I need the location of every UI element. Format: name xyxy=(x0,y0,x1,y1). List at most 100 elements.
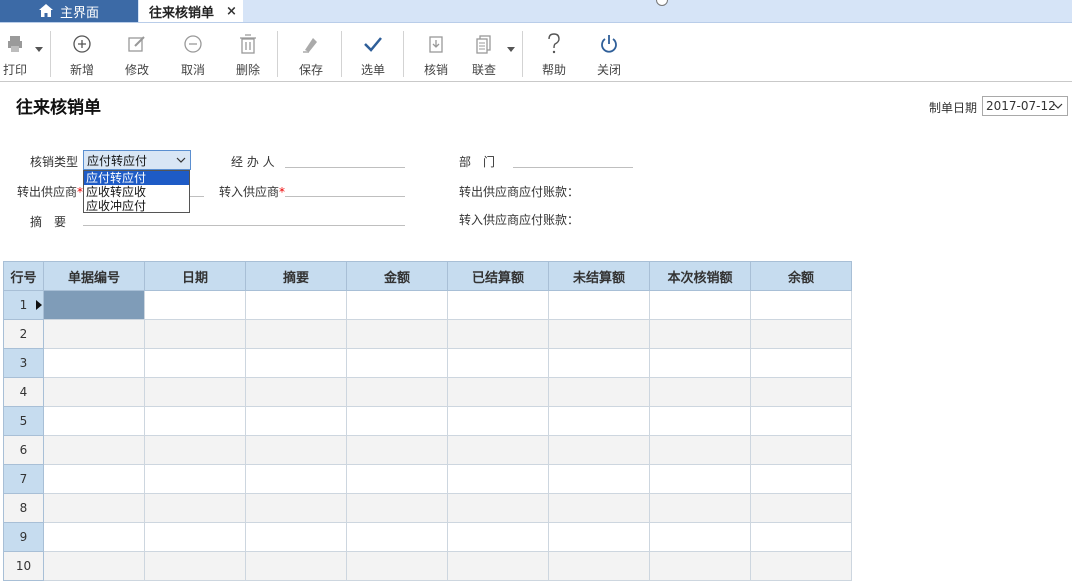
col-header-summary[interactable]: 摘要 xyxy=(245,261,347,291)
table-cell[interactable] xyxy=(144,464,246,494)
table-cell[interactable] xyxy=(346,377,448,407)
help-button[interactable]: 帮助 xyxy=(538,23,570,81)
tab-home[interactable]: 主界面 xyxy=(0,0,138,22)
table-cell[interactable] xyxy=(649,464,751,494)
table-cell[interactable] xyxy=(43,522,145,552)
table-cell[interactable] xyxy=(346,348,448,378)
table-cell[interactable] xyxy=(548,406,650,436)
out-supplier-input[interactable] xyxy=(190,196,204,197)
table-cell[interactable] xyxy=(144,522,246,552)
table-cell[interactable] xyxy=(750,348,852,378)
date-picker[interactable]: 2017-07-12 xyxy=(982,96,1068,116)
table-cell[interactable] xyxy=(245,522,347,552)
table-cell[interactable] xyxy=(346,290,448,320)
edit-button[interactable]: 修改 xyxy=(121,23,153,81)
table-cell[interactable] xyxy=(649,435,751,465)
table-cell[interactable] xyxy=(750,377,852,407)
table-row[interactable]: 9 xyxy=(3,522,852,552)
table-row[interactable]: 6 xyxy=(3,435,852,465)
table-cell[interactable] xyxy=(447,551,549,581)
type-select[interactable]: 应付转应付 xyxy=(83,150,191,170)
table-cell[interactable] xyxy=(447,377,549,407)
col-header-doc-no[interactable]: 单据编号 xyxy=(43,261,145,291)
table-cell[interactable] xyxy=(43,319,145,349)
table-cell[interactable] xyxy=(548,377,650,407)
table-cell[interactable] xyxy=(548,464,650,494)
table-cell[interactable] xyxy=(144,377,246,407)
table-cell[interactable] xyxy=(649,348,751,378)
table-cell[interactable] xyxy=(346,551,448,581)
table-cell[interactable] xyxy=(649,406,751,436)
table-cell[interactable] xyxy=(245,551,347,581)
table-cell[interactable] xyxy=(750,464,852,494)
select-doc-button[interactable]: 选单 xyxy=(357,23,389,81)
table-cell[interactable] xyxy=(144,348,246,378)
table-cell[interactable] xyxy=(245,319,347,349)
table-cell[interactable] xyxy=(346,319,448,349)
type-option[interactable]: 应付转应付 xyxy=(84,171,189,185)
col-header-current-verify[interactable]: 本次核销额 xyxy=(649,261,751,291)
table-row[interactable]: 3 xyxy=(3,348,852,378)
table-cell[interactable] xyxy=(750,319,852,349)
handler-input[interactable] xyxy=(285,167,405,168)
table-cell[interactable] xyxy=(447,319,549,349)
query-button[interactable]: 联查 xyxy=(468,23,500,81)
table-cell[interactable] xyxy=(548,435,650,465)
table-cell[interactable] xyxy=(447,522,549,552)
table-row[interactable]: 4 xyxy=(3,377,852,407)
table-cell[interactable] xyxy=(346,464,448,494)
table-cell[interactable] xyxy=(649,493,751,523)
table-cell[interactable] xyxy=(649,551,751,581)
summary-input[interactable] xyxy=(83,225,405,226)
table-row[interactable]: 2 xyxy=(3,319,852,349)
col-header-settled[interactable]: 已结算额 xyxy=(447,261,549,291)
print-button[interactable]: 打印 xyxy=(0,23,30,81)
table-cell[interactable] xyxy=(346,522,448,552)
table-cell[interactable] xyxy=(447,464,549,494)
table-cell[interactable] xyxy=(548,319,650,349)
table-cell[interactable] xyxy=(144,290,246,320)
table-cell[interactable] xyxy=(548,551,650,581)
table-cell[interactable] xyxy=(447,406,549,436)
table-cell[interactable] xyxy=(43,377,145,407)
table-cell[interactable] xyxy=(245,464,347,494)
table-row[interactable]: 10 xyxy=(3,551,852,581)
table-cell[interactable] xyxy=(245,290,347,320)
table-cell[interactable] xyxy=(447,348,549,378)
table-cell[interactable] xyxy=(750,406,852,436)
table-cell[interactable] xyxy=(750,493,852,523)
table-cell[interactable] xyxy=(649,377,751,407)
col-header-amount[interactable]: 金额 xyxy=(346,261,448,291)
table-cell[interactable] xyxy=(43,348,145,378)
table-cell[interactable] xyxy=(245,348,347,378)
verify-button[interactable]: 核销 xyxy=(420,23,452,81)
table-row[interactable]: 7 xyxy=(3,464,852,494)
table-cell[interactable] xyxy=(447,493,549,523)
type-option[interactable]: 应收冲应付 xyxy=(84,199,189,213)
table-cell[interactable] xyxy=(43,406,145,436)
query-dropdown-icon[interactable] xyxy=(507,47,515,52)
type-option[interactable]: 应收转应收 xyxy=(84,185,189,199)
table-cell[interactable] xyxy=(144,551,246,581)
col-header-balance[interactable]: 余额 xyxy=(750,261,852,291)
table-cell[interactable] xyxy=(649,522,751,552)
table-cell[interactable] xyxy=(43,435,145,465)
table-cell[interactable] xyxy=(548,348,650,378)
table-cell[interactable] xyxy=(245,377,347,407)
dept-input[interactable] xyxy=(513,167,633,168)
table-cell[interactable] xyxy=(144,319,246,349)
table-cell[interactable] xyxy=(649,319,751,349)
table-cell[interactable] xyxy=(43,493,145,523)
table-cell[interactable] xyxy=(144,435,246,465)
tab-verification[interactable]: 往来核销单 × xyxy=(139,0,243,22)
table-cell[interactable] xyxy=(346,493,448,523)
table-cell[interactable] xyxy=(346,435,448,465)
table-cell[interactable] xyxy=(447,435,549,465)
table-cell[interactable] xyxy=(750,435,852,465)
print-dropdown-icon[interactable] xyxy=(35,47,43,52)
cancel-button[interactable]: 取消 xyxy=(177,23,209,81)
table-cell[interactable] xyxy=(43,551,145,581)
table-cell[interactable] xyxy=(245,493,347,523)
close-icon[interactable]: × xyxy=(226,4,237,19)
table-row[interactable]: 8 xyxy=(3,493,852,523)
